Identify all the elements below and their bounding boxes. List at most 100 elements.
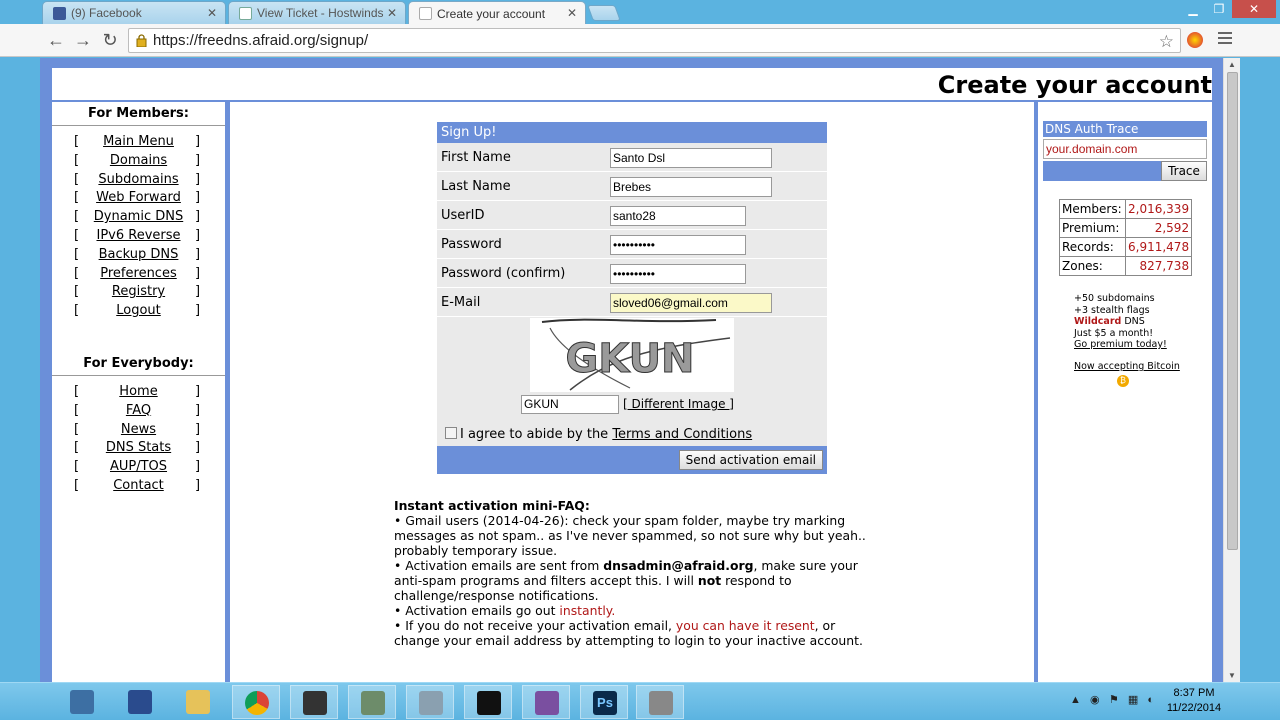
send-activation-button[interactable]: Send activation email [678, 450, 823, 470]
userid-input[interactable]: santo28 [610, 206, 746, 226]
taskbar: Ps ▲ ◉ ⚑ ▦ ◐ 8:37 PM 11/22/2014 [0, 682, 1280, 720]
extension-icon[interactable] [1187, 32, 1203, 48]
first-name-row: First Name Santo Dsl [437, 143, 827, 172]
sidebar-item[interactable]: [FAQ] [52, 403, 225, 422]
back-icon[interactable]: ← [46, 30, 66, 50]
app-button[interactable] [290, 685, 338, 719]
restore-icon[interactable]: ❐ [1206, 0, 1232, 18]
sidebar-link[interactable]: AUP/TOS [110, 459, 167, 474]
bitcoin-notice: Now accepting Bitcoin [1074, 361, 1180, 372]
address-bar[interactable]: https://freedns.afraid.org/signup/ ☆ [128, 28, 1181, 53]
tab-facebook[interactable]: (9) Facebook ✕ [42, 1, 226, 24]
terms-link[interactable]: Terms and Conditions [612, 427, 752, 442]
sidebar-link[interactable]: Dynamic DNS [94, 209, 183, 224]
first-name-input[interactable]: Santo Dsl [610, 148, 772, 168]
password-input[interactable]: •••••••••• [610, 235, 746, 255]
sidebar-item[interactable]: [Backup DNS] [52, 247, 225, 266]
captcha-input[interactable]: GKUN [521, 395, 619, 414]
explorer-button[interactable] [174, 685, 222, 719]
tab-hostwinds[interactable]: View Ticket - Hostwinds ✕ [228, 1, 406, 24]
winrar-button[interactable] [522, 685, 570, 719]
photoshop-button[interactable]: Ps [580, 685, 628, 719]
sidebar-item[interactable]: [Contact] [52, 478, 225, 497]
different-image-link[interactable]: [ Different Image ] [623, 397, 734, 411]
bracket-open: [ [74, 190, 80, 206]
sidebar-item[interactable]: [Preferences] [52, 266, 225, 285]
sidebar-item[interactable]: [Domains] [52, 153, 225, 172]
powershell-button[interactable] [116, 685, 164, 719]
sidebar-link[interactable]: DNS Stats [106, 440, 171, 455]
scrollbar-thumb[interactable] [1227, 72, 1238, 550]
left-sidebar: For Members: [Main Menu] [Domains] [Subdom… [52, 102, 225, 682]
resend-link[interactable]: you can have it resent [676, 618, 815, 633]
scroll-up-icon[interactable]: ▲ [1228, 60, 1236, 69]
sidebar-link[interactable]: Logout [116, 303, 161, 318]
sidebar-link[interactable]: Domains [110, 153, 167, 168]
chrome-button[interactable] [232, 685, 280, 719]
tab-create-account[interactable]: Create your account ✕ [408, 1, 586, 25]
bracket-close: ] [195, 421, 201, 437]
sidebar-link[interactable]: IPv6 Reverse [96, 228, 180, 243]
sidebar-link[interactable]: Contact [113, 478, 164, 493]
sidebar-item[interactable]: [Web Forward] [52, 190, 225, 209]
vertical-scrollbar[interactable]: ▲ ▼ [1223, 58, 1240, 682]
minimize-icon[interactable]: ▁ [1180, 0, 1206, 18]
sidebar-link[interactable]: Subdomains [98, 172, 178, 187]
sidebar-link[interactable]: Backup DNS [99, 247, 179, 262]
sidebar-link[interactable]: Web Forward [96, 190, 181, 205]
close-icon[interactable]: ✕ [567, 6, 577, 20]
drive-button[interactable] [406, 685, 454, 719]
bitcoin-link[interactable]: Now accepting Bitcoin [1074, 361, 1180, 372]
email-label: E-Mail [441, 295, 481, 310]
close-window-icon[interactable]: ✕ [1232, 0, 1276, 18]
forward-icon[interactable]: → [73, 30, 93, 50]
sidebar-link[interactable]: News [121, 422, 156, 437]
sidebar-link[interactable]: Main Menu [103, 134, 174, 149]
camera-button[interactable] [636, 685, 684, 719]
server-manager-button[interactable] [58, 685, 106, 719]
password-confirm-input[interactable]: •••••••••• [610, 264, 746, 284]
bracket-open: [ [74, 227, 80, 243]
sidebar-item[interactable]: [Logout] [52, 303, 225, 322]
bookmark-star-icon[interactable]: ☆ [1159, 30, 1174, 53]
dns-text: DNS [1121, 316, 1145, 327]
different-image-text[interactable]: [ Different Image ] [623, 397, 734, 411]
new-tab-button[interactable] [587, 5, 621, 21]
sidebar-item[interactable]: [Dynamic DNS] [52, 209, 225, 228]
tool-button[interactable] [348, 685, 396, 719]
go-premium-link[interactable]: Go premium today! [1074, 339, 1167, 350]
close-icon[interactable]: ✕ [387, 6, 397, 20]
captcha-text: GKUN [565, 336, 694, 382]
sidebar-link[interactable]: Registry [112, 284, 165, 299]
sidebar-item[interactable]: [Home] [52, 384, 225, 403]
reload-icon[interactable]: ↻ [100, 30, 120, 50]
trace-input[interactable]: your.domain.com [1043, 139, 1207, 159]
archive-icon [535, 691, 559, 715]
menu-icon[interactable] [1218, 32, 1232, 47]
sidebar-item[interactable]: [Main Menu] [52, 134, 225, 153]
sidebar-item[interactable]: [Subdomains] [52, 172, 225, 191]
system-tray[interactable]: ▲ ◉ ⚑ ▦ ◐ [1070, 693, 1154, 706]
sidebar-link[interactable]: FAQ [126, 403, 151, 418]
sidebar-item[interactable]: [AUP/TOS] [52, 459, 225, 478]
trace-button[interactable]: Trace [1161, 161, 1207, 181]
server-manager-icon [70, 690, 94, 714]
sidebar-item[interactable]: [IPv6 Reverse] [52, 228, 225, 247]
stat-value: 827,738 [1124, 256, 1193, 276]
last-name-input[interactable]: Brebes [610, 177, 772, 197]
close-icon[interactable]: ✕ [207, 6, 217, 20]
bracket-close: ] [195, 171, 201, 187]
email-row: E-Mail sloved06@gmail.com [437, 288, 827, 317]
sidebar-link[interactable]: Preferences [100, 266, 176, 281]
cmd-button[interactable] [464, 685, 512, 719]
sidebar-link[interactable]: Home [119, 384, 157, 399]
email-input[interactable]: sloved06@gmail.com [610, 293, 772, 313]
sidebar-item[interactable]: [DNS Stats] [52, 440, 225, 459]
stat-value: 6,911,478 [1124, 237, 1193, 257]
scroll-down-icon[interactable]: ▼ [1228, 671, 1236, 680]
sidebar-item[interactable]: [Registry] [52, 284, 225, 303]
clock[interactable]: 8:37 PM 11/22/2014 [1160, 686, 1228, 716]
agree-checkbox[interactable] [445, 427, 457, 439]
sidebar-item[interactable]: [News] [52, 422, 225, 441]
everybody-nav: [Home] [FAQ] [News] [DNS Stats] [AUP/TOS] [Co… [52, 384, 225, 497]
